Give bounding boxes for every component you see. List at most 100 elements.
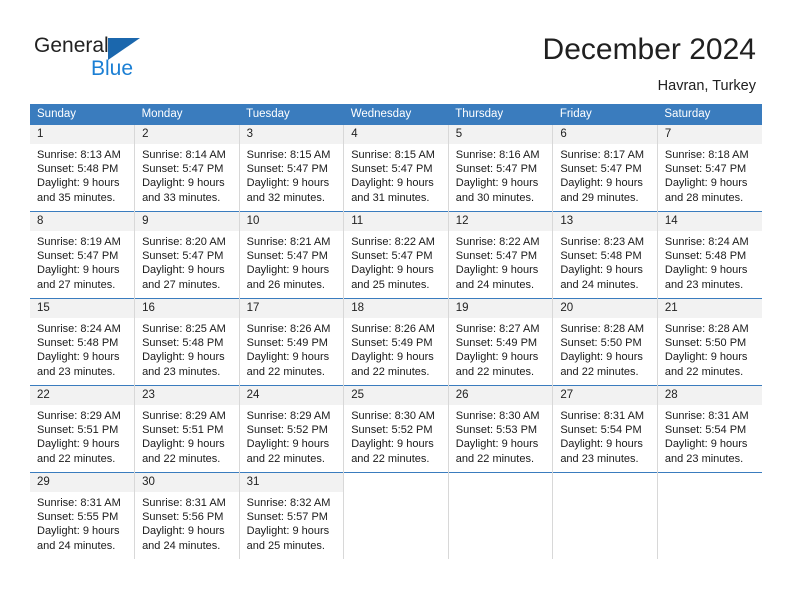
sunset-text: Sunset: 5:47 PM bbox=[142, 250, 224, 263]
weekday-header-thursday: Thursday bbox=[448, 104, 553, 125]
day-cell[interactable]: 29 Sunrise: 8:31 AM Sunset: 5:55 PM Dayl… bbox=[30, 472, 135, 559]
sunrise-text: Sunrise: 8:14 AM bbox=[142, 149, 226, 161]
day-details: Sunrise: 8:14 AM Sunset: 5:47 PM Dayligh… bbox=[136, 144, 239, 205]
sunrise-text: Sunrise: 8:25 AM bbox=[142, 323, 226, 335]
day-number: 21 bbox=[658, 299, 762, 318]
daylight-text-line1: Daylight: 9 hours bbox=[455, 177, 539, 190]
daylight-text-line1: Daylight: 9 hours bbox=[560, 351, 643, 364]
day-cell[interactable]: 22 Sunrise: 8:29 AM Sunset: 5:51 PM Dayl… bbox=[30, 385, 135, 473]
day-cell[interactable]: 19 Sunrise: 8:27 AM Sunset: 5:49 PM Dayl… bbox=[447, 298, 553, 386]
sunset-text: Sunset: 5:55 PM bbox=[37, 511, 119, 524]
daylight-text-line2: and 33 minutes. bbox=[142, 191, 221, 204]
day-number: 22 bbox=[30, 386, 135, 405]
sunrise-text: Sunrise: 8:24 AM bbox=[37, 323, 121, 335]
day-cell[interactable]: 10 Sunrise: 8:21 AM Sunset: 5:47 PM Dayl… bbox=[238, 211, 344, 299]
weekday-header-monday: Monday bbox=[134, 104, 240, 125]
daylight-text-line2: and 24 minutes. bbox=[455, 278, 535, 291]
daylight-text-line1: Daylight: 9 hours bbox=[560, 177, 643, 190]
day-details: Sunrise: 8:15 AM Sunset: 5:47 PM Dayligh… bbox=[345, 144, 448, 205]
weekday-header-sunday: Sunday bbox=[30, 104, 135, 125]
day-cell[interactable]: 16 Sunrise: 8:25 AM Sunset: 5:48 PM Dayl… bbox=[134, 298, 240, 386]
sunset-text: Sunset: 5:51 PM bbox=[37, 424, 119, 437]
day-number: 13 bbox=[553, 212, 657, 231]
page-header: General Blue December 2024 Havran, Turke… bbox=[0, 0, 792, 100]
daylight-text-line2: and 23 minutes. bbox=[37, 365, 116, 378]
daylight-text-line1: Daylight: 9 hours bbox=[142, 438, 225, 451]
daylight-text-line1: Daylight: 9 hours bbox=[142, 264, 225, 277]
sunset-text: Sunset: 5:54 PM bbox=[664, 424, 747, 437]
day-cell[interactable]: 6 Sunrise: 8:17 AM Sunset: 5:47 PM Dayli… bbox=[552, 125, 658, 212]
day-number: 19 bbox=[449, 299, 553, 318]
day-cell[interactable]: 21 Sunrise: 8:28 AM Sunset: 5:50 PM Dayl… bbox=[656, 298, 762, 386]
day-cell[interactable]: 4 Sunrise: 8:15 AM Sunset: 5:47 PM Dayli… bbox=[343, 125, 449, 212]
day-cell[interactable]: 8 Sunrise: 8:19 AM Sunset: 5:47 PM Dayli… bbox=[30, 211, 135, 299]
daylight-text-line1: Daylight: 9 hours bbox=[351, 264, 434, 277]
page-title: December 2024 bbox=[542, 33, 756, 66]
sunrise-text: Sunrise: 8:21 AM bbox=[246, 236, 331, 248]
day-number: 10 bbox=[240, 212, 344, 231]
daylight-text-line1: Daylight: 9 hours bbox=[455, 351, 539, 364]
day-cell[interactable]: 7 Sunrise: 8:18 AM Sunset: 5:47 PM Dayli… bbox=[656, 125, 762, 212]
day-number bbox=[345, 473, 448, 492]
sunset-text: Sunset: 5:47 PM bbox=[351, 163, 433, 176]
day-number: 31 bbox=[240, 473, 344, 492]
day-cell[interactable]: 11 Sunrise: 8:22 AM Sunset: 5:47 PM Dayl… bbox=[343, 211, 449, 299]
day-number: 25 bbox=[344, 386, 448, 405]
daylight-text-line2: and 23 minutes. bbox=[664, 278, 744, 291]
day-details: Sunrise: 8:29 AM Sunset: 5:52 PM Dayligh… bbox=[240, 405, 343, 466]
daylight-text-line2: and 22 minutes. bbox=[455, 452, 535, 465]
day-cell[interactable]: 24 Sunrise: 8:29 AM Sunset: 5:52 PM Dayl… bbox=[238, 385, 344, 473]
day-cell[interactable]: 23 Sunrise: 8:29 AM Sunset: 5:51 PM Dayl… bbox=[134, 385, 240, 473]
day-number: 9 bbox=[135, 212, 239, 231]
sunrise-text: Sunrise: 8:29 AM bbox=[142, 410, 226, 422]
day-cell[interactable]: 27 Sunrise: 8:31 AM Sunset: 5:54 PM Dayl… bbox=[552, 385, 658, 473]
day-cell[interactable]: 20 Sunrise: 8:28 AM Sunset: 5:50 PM Dayl… bbox=[552, 298, 658, 386]
day-cell[interactable]: 9 Sunrise: 8:20 AM Sunset: 5:47 PM Dayli… bbox=[134, 211, 240, 299]
daylight-text-line2: and 31 minutes. bbox=[351, 191, 430, 204]
daylight-text-line2: and 23 minutes. bbox=[664, 452, 744, 465]
day-cell[interactable]: 31 Sunrise: 8:32 AM Sunset: 5:57 PM Dayl… bbox=[238, 472, 344, 559]
day-cell[interactable]: 2 Sunrise: 8:14 AM Sunset: 5:47 PM Dayli… bbox=[134, 125, 240, 212]
day-cell[interactable]: 13 Sunrise: 8:23 AM Sunset: 5:48 PM Dayl… bbox=[552, 211, 658, 299]
daylight-text-line2: and 22 minutes. bbox=[37, 452, 116, 465]
sunset-text: Sunset: 5:47 PM bbox=[37, 250, 119, 263]
calendar-week-row: 15 Sunrise: 8:24 AM Sunset: 5:48 PM Dayl… bbox=[30, 298, 762, 386]
daylight-text-line1: Daylight: 9 hours bbox=[37, 438, 120, 451]
sunrise-text: Sunrise: 8:15 AM bbox=[351, 149, 435, 161]
day-cell[interactable]: 3 Sunrise: 8:15 AM Sunset: 5:47 PM Dayli… bbox=[238, 125, 344, 212]
day-number bbox=[658, 473, 762, 492]
day-cell[interactable]: 14 Sunrise: 8:24 AM Sunset: 5:48 PM Dayl… bbox=[656, 211, 762, 299]
sunrise-text: Sunrise: 8:22 AM bbox=[351, 236, 435, 248]
day-cell[interactable]: 17 Sunrise: 8:26 AM Sunset: 5:49 PM Dayl… bbox=[238, 298, 344, 386]
day-details: Sunrise: 8:28 AM Sunset: 5:50 PM Dayligh… bbox=[554, 318, 657, 379]
calendar-week-row: 29 Sunrise: 8:31 AM Sunset: 5:55 PM Dayl… bbox=[30, 472, 762, 559]
day-details: Sunrise: 8:23 AM Sunset: 5:48 PM Dayligh… bbox=[554, 231, 657, 292]
day-number bbox=[554, 473, 657, 492]
day-cell[interactable]: 28 Sunrise: 8:31 AM Sunset: 5:54 PM Dayl… bbox=[656, 385, 762, 473]
weekday-header-saturday: Saturday bbox=[657, 104, 762, 125]
sunrise-text: Sunrise: 8:15 AM bbox=[246, 149, 331, 161]
day-details: Sunrise: 8:31 AM Sunset: 5:54 PM Dayligh… bbox=[658, 405, 762, 466]
day-cell[interactable]: 30 Sunrise: 8:31 AM Sunset: 5:56 PM Dayl… bbox=[134, 472, 240, 559]
sunset-text: Sunset: 5:48 PM bbox=[37, 163, 119, 176]
sunrise-text: Sunrise: 8:24 AM bbox=[664, 236, 749, 248]
day-details: Sunrise: 8:29 AM Sunset: 5:51 PM Dayligh… bbox=[136, 405, 239, 466]
day-cell[interactable]: 12 Sunrise: 8:22 AM Sunset: 5:47 PM Dayl… bbox=[447, 211, 553, 299]
day-details: Sunrise: 8:16 AM Sunset: 5:47 PM Dayligh… bbox=[449, 144, 552, 205]
calendar-week-row: 1 Sunrise: 8:13 AM Sunset: 5:48 PM Dayli… bbox=[30, 125, 762, 212]
day-details: Sunrise: 8:31 AM Sunset: 5:54 PM Dayligh… bbox=[554, 405, 657, 466]
sunrise-text: Sunrise: 8:31 AM bbox=[37, 497, 121, 509]
day-cell[interactable]: 26 Sunrise: 8:30 AM Sunset: 5:53 PM Dayl… bbox=[447, 385, 553, 473]
day-cell[interactable]: 25 Sunrise: 8:30 AM Sunset: 5:52 PM Dayl… bbox=[343, 385, 449, 473]
day-cell[interactable]: 15 Sunrise: 8:24 AM Sunset: 5:48 PM Dayl… bbox=[30, 298, 135, 386]
day-cell[interactable]: 5 Sunrise: 8:16 AM Sunset: 5:47 PM Dayli… bbox=[447, 125, 553, 212]
day-cell[interactable]: 1 Sunrise: 8:13 AM Sunset: 5:48 PM Dayli… bbox=[30, 125, 135, 212]
day-number: 23 bbox=[135, 386, 239, 405]
daylight-text-line1: Daylight: 9 hours bbox=[664, 264, 748, 277]
day-cell[interactable]: 18 Sunrise: 8:26 AM Sunset: 5:49 PM Dayl… bbox=[343, 298, 449, 386]
sunrise-text: Sunrise: 8:17 AM bbox=[560, 149, 645, 161]
weekday-header-friday: Friday bbox=[552, 104, 658, 125]
day-details: Sunrise: 8:26 AM Sunset: 5:49 PM Dayligh… bbox=[240, 318, 343, 379]
daylight-text-line2: and 30 minutes. bbox=[455, 191, 535, 204]
sunset-text: Sunset: 5:53 PM bbox=[455, 424, 538, 437]
